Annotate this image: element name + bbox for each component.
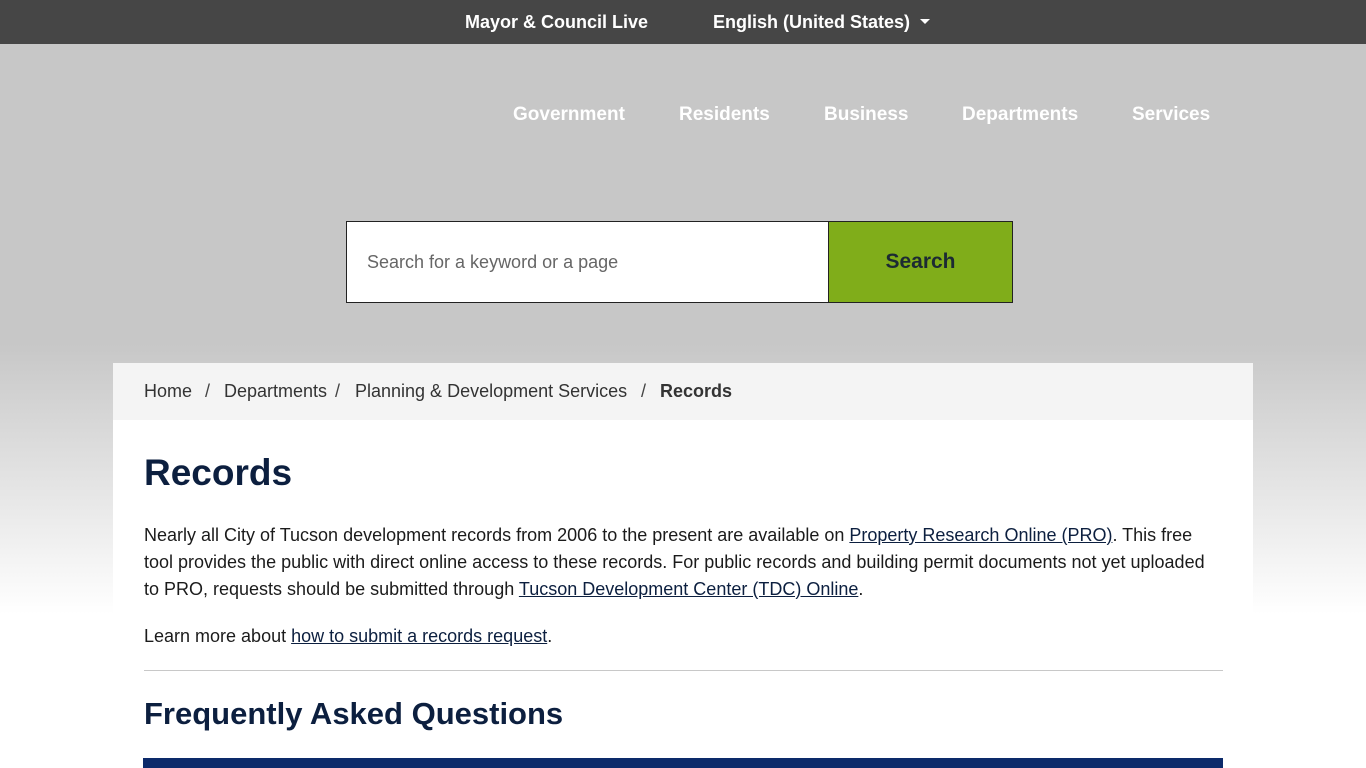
records-request-link[interactable]: how to submit a records request: [291, 626, 547, 646]
breadcrumb-home[interactable]: Home: [144, 381, 192, 402]
breadcrumb-separator: /: [641, 381, 647, 401]
search-button[interactable]: Search: [828, 221, 1013, 303]
main-content: Home / Departments / Planning & Developm…: [113, 363, 1253, 768]
faq-accordion-header[interactable]: [143, 758, 1223, 768]
learn-more-paragraph: Learn more about how to submit a records…: [144, 623, 1219, 650]
tdc-online-link[interactable]: Tucson Development Center (TDC) Online: [519, 579, 858, 599]
nav-item-government[interactable]: Government: [513, 104, 625, 126]
language-selector[interactable]: English (United States): [713, 12, 931, 33]
breadcrumb-planning[interactable]: Planning & Development Services: [355, 381, 627, 402]
search-form: Search: [346, 221, 1013, 303]
page-title: Records: [144, 452, 293, 493]
search-input[interactable]: [346, 221, 828, 303]
section-divider: [144, 670, 1223, 671]
breadcrumb: Home / Departments / Planning & Developm…: [113, 363, 1253, 420]
pro-link[interactable]: Property Research Online (PRO): [849, 525, 1112, 545]
intro-text-a: Nearly all City of Tucson development re…: [144, 525, 850, 545]
breadcrumb-departments[interactable]: Departments: [224, 381, 327, 402]
nav-item-departments[interactable]: Departments: [962, 104, 1078, 126]
faq-heading: Frequently Asked Questions: [144, 696, 564, 731]
intro-paragraph: Nearly all City of Tucson development re…: [144, 522, 1219, 603]
breadcrumb-separator: /: [335, 381, 341, 401]
learn-more-text-b: .: [547, 626, 553, 646]
nav-item-services[interactable]: Services: [1132, 104, 1210, 126]
nav-item-business[interactable]: Business: [824, 104, 908, 126]
language-label: English (United States): [713, 12, 911, 32]
nav-item-residents[interactable]: Residents: [679, 104, 770, 126]
intro-text-c: .: [858, 579, 864, 599]
learn-more-text-a: Learn more about: [144, 626, 292, 646]
breadcrumb-current: Records: [660, 381, 733, 401]
breadcrumb-separator: /: [205, 381, 211, 401]
chevron-down-icon: [920, 18, 931, 24]
main-navigation: Government Residents Business Department…: [0, 104, 1366, 128]
mayor-council-live-link[interactable]: Mayor & Council Live: [465, 12, 648, 33]
top-utility-bar: Mayor & Council Live English (United Sta…: [0, 0, 1366, 44]
